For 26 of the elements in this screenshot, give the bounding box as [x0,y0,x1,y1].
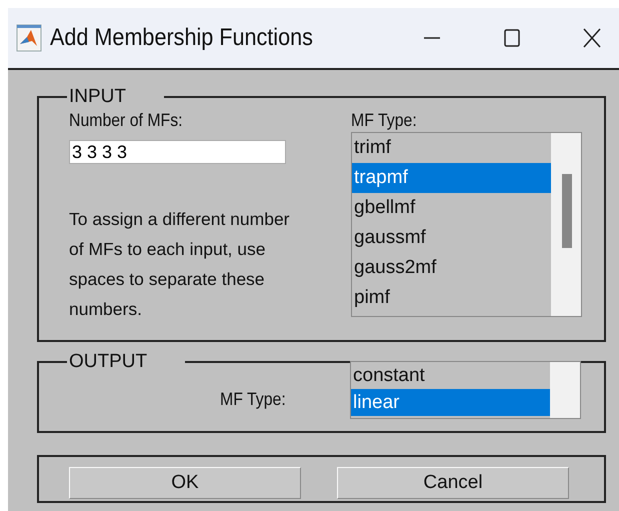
maximize-icon[interactable] [503,29,521,47]
scrollbar[interactable] [550,362,580,418]
hint-text: To assign a different number of MFs to each input, use spaces to separate these numbers. [69,208,291,321]
list-item[interactable]: gauss2mf [352,253,551,283]
list-item[interactable]: trimf [352,133,551,163]
input-field[interactable]: 3 3 3 3 [69,140,286,164]
list-box[interactable]: trimf trapmf gbellmf gaussmf gauss2mf pimf [351,132,582,317]
list-box[interactable]: constant linear [350,361,581,419]
list-item[interactable]: constant [351,362,550,389]
list-item[interactable]: gaussmf [352,223,551,253]
app-logo-icon [16,24,42,52]
dialog-button[interactable]: Cancel [337,467,569,499]
dialog-button[interactable]: OK [69,467,301,499]
field-label: MF Type: [351,110,418,130]
list-item[interactable]: pimf [352,283,551,313]
field-label: Number of MFs: [69,110,184,130]
list-item[interactable]: trapmf [352,163,551,193]
window-title: Add Membership Functions [50,24,313,52]
field-label: MF Type: [220,389,287,409]
close-icon[interactable] [583,28,601,48]
panel-title: INPUT [68,90,127,104]
list-item[interactable]: gbellmf [352,193,551,223]
panel-title: OUTPUT [68,355,148,369]
scrollbar[interactable] [551,133,581,316]
scroll-thumb[interactable] [562,174,572,248]
list-item[interactable]: linear [351,389,550,416]
